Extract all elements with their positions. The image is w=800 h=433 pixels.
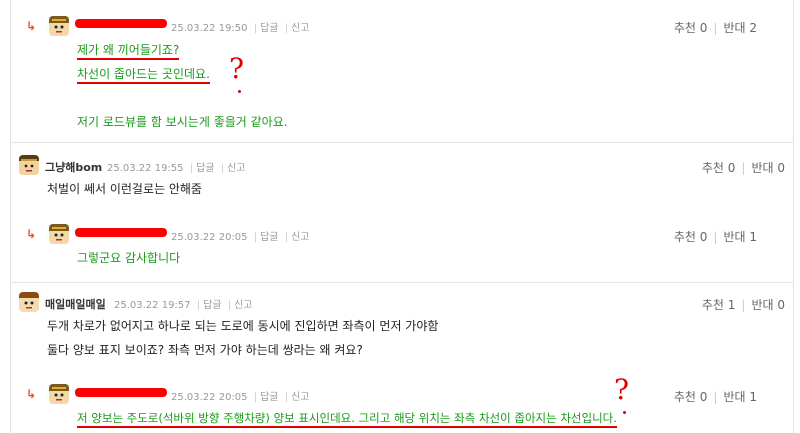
vote-box: 추천 0 | 반대 1 bbox=[673, 390, 757, 404]
comment-meta: 25.03.22 19:57 | 답글 | 신고 bbox=[114, 300, 253, 311]
downvote-button[interactable]: 반대 0 bbox=[751, 161, 785, 175]
report-link[interactable]: 신고 bbox=[291, 232, 309, 243]
reply-link[interactable]: 답글 bbox=[196, 163, 214, 174]
comment-meta: 25.03.22 20:05 | 답글 | 신고 bbox=[171, 392, 310, 403]
comment-meta: 25.03.22 19:55 | 답글 | 신고 bbox=[107, 163, 246, 174]
comment-body: 처벌이 쎄서 이런걸로는 안해줌 bbox=[47, 177, 202, 201]
comment-item: ↳ 25.03.22 20:05 | 답글 | 신고 추천 0 | 반대 1 저 양보는… bbox=[11, 373, 793, 433]
comment-date: 25.03.22 19:50 bbox=[171, 23, 248, 34]
vote-box: 추천 0 | 반대 0 bbox=[701, 161, 785, 175]
comment-meta: 25.03.22 19:50 | 답글 | 신고 bbox=[171, 23, 310, 34]
comment-line: 두개 차로가 없어지고 하나로 되는 도로에 동시에 진입하면 좌측이 먼저 가… bbox=[47, 319, 439, 333]
report-link[interactable]: 신고 bbox=[227, 163, 245, 174]
downvote-button[interactable]: 반대 1 bbox=[723, 390, 757, 404]
comment-line: 제가 왜 끼어들기죠? bbox=[77, 43, 180, 60]
author-name-redacted bbox=[75, 228, 167, 237]
downvote-button[interactable]: 반대 2 bbox=[723, 21, 757, 35]
annotation-dot bbox=[623, 411, 626, 414]
comment-date: 25.03.22 19:57 bbox=[114, 300, 191, 311]
comment-date: 25.03.22 19:55 bbox=[107, 163, 184, 174]
author-name-redacted bbox=[75, 19, 167, 28]
avatar-icon bbox=[19, 292, 39, 312]
upvote-button[interactable]: 추천 1 bbox=[702, 298, 736, 312]
reply-link[interactable]: 답글 bbox=[203, 300, 221, 311]
comment-line: 저 양보는 주도로(석바위 방향 주행차량) 양보 표시인데요. 그리고 해당 … bbox=[77, 411, 617, 428]
comment-item: 매일매일매일 25.03.22 19:57 | 답글 | 신고 추천 1 | 반대 0 … bbox=[11, 282, 793, 376]
reply-link[interactable]: 답글 bbox=[260, 392, 278, 403]
comment-meta: 25.03.22 20:05 | 답글 | 신고 bbox=[171, 232, 310, 243]
downvote-button[interactable]: 반대 1 bbox=[723, 230, 757, 244]
avatar-icon bbox=[49, 224, 69, 244]
downvote-button[interactable]: 반대 0 bbox=[751, 298, 785, 312]
comment-body: 저 양보는 주도로(석바위 방향 주행차량) 양보 표시인데요. 그리고 해당 … bbox=[77, 406, 617, 430]
comment-body: 그렇군요 감사합니다 bbox=[77, 246, 180, 270]
author-name[interactable]: 매일매일매일 bbox=[45, 296, 106, 312]
author-name[interactable]: 그냥해bom bbox=[45, 159, 102, 175]
comment-line: 둘다 양보 표지 보이죠? 좌측 먼저 가야 하는데 쌍라는 왜 켜요? bbox=[47, 343, 363, 357]
comment-line: 처벌이 쎄서 이런걸로는 안해줌 bbox=[47, 182, 202, 196]
upvote-button[interactable]: 추천 0 bbox=[702, 161, 736, 175]
avatar-icon bbox=[49, 384, 69, 404]
avatar-icon bbox=[49, 16, 69, 36]
report-link[interactable]: 신고 bbox=[234, 300, 252, 311]
reply-link[interactable]: 답글 bbox=[260, 232, 278, 243]
avatar-icon bbox=[19, 155, 39, 175]
comment-item: ↳ 25.03.22 19:50 | 답글 | 신고 추천 0 | 반대 2 제가 왜 … bbox=[11, 0, 793, 143]
vote-box: 추천 0 | 반대 2 bbox=[673, 21, 757, 35]
annotation-dot bbox=[238, 90, 241, 93]
comment-date: 25.03.22 20:05 bbox=[171, 232, 248, 243]
report-link[interactable]: 신고 bbox=[291, 392, 309, 403]
vote-box: 추천 1 | 반대 0 bbox=[701, 298, 785, 312]
comment-line: 그렇군요 감사합니다 bbox=[77, 251, 181, 265]
comment-line: 차선이 좁아드는 곳인데요. bbox=[77, 67, 210, 84]
comment-body: 제가 왜 끼어들기죠? 차선이 좁아드는 곳인데요. 저기 로드뷰를 함 보시는… bbox=[77, 38, 288, 134]
comment-body: 두개 차로가 없어지고 하나로 되는 도로에 동시에 진입하면 좌측이 먼저 가… bbox=[47, 314, 438, 362]
comment-item: ↳ 25.03.22 20:05 | 답글 | 신고 추천 0 | 반대 1 그렇군요 … bbox=[11, 213, 793, 283]
vote-box: 추천 0 | 반대 1 bbox=[673, 230, 757, 244]
comment-date: 25.03.22 20:05 bbox=[171, 392, 248, 403]
annotation-question-mark: ? bbox=[614, 373, 630, 406]
report-link[interactable]: 신고 bbox=[291, 23, 309, 34]
reply-link[interactable]: 답글 bbox=[260, 23, 278, 34]
annotation-question-mark: ? bbox=[229, 52, 245, 85]
reply-arrow-icon: ↳ bbox=[26, 227, 37, 241]
upvote-button[interactable]: 추천 0 bbox=[674, 230, 708, 244]
author-name-redacted bbox=[75, 388, 167, 397]
reply-arrow-icon: ↳ bbox=[26, 19, 37, 33]
comment-item: 그냥해bom 25.03.22 19:55 | 답글 | 신고 추천 0 | 반대 0 … bbox=[11, 142, 793, 214]
comment-line: 저기 로드뷰를 함 보시는게 좋을거 같아요. bbox=[77, 115, 288, 129]
reply-arrow-icon: ↳ bbox=[26, 387, 37, 401]
comment-list: ↳ 25.03.22 19:50 | 답글 | 신고 추천 0 | 반대 2 제가 왜 … bbox=[10, 0, 794, 433]
upvote-button[interactable]: 추천 0 bbox=[674, 390, 708, 404]
upvote-button[interactable]: 추천 0 bbox=[674, 21, 708, 35]
